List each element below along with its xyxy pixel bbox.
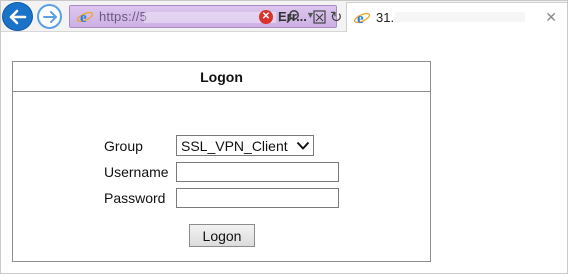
url-text: https://5	[99, 9, 148, 24]
back-arrow-icon	[9, 9, 26, 24]
logon-panel: Logon Group SSL_VPN_Client Username Pass…	[12, 61, 431, 262]
password-field[interactable]	[176, 188, 339, 208]
tab-active[interactable]: e 31. ✕	[346, 2, 567, 32]
error-tab[interactable]: ✕ Err... ↻	[257, 5, 343, 28]
tab-title-redacted	[395, 12, 525, 22]
browser-toolbar: e https://5 , ▼ ✕ Err... ↻ e 31. ✕	[1, 1, 567, 32]
svg-text:e: e	[80, 10, 87, 25]
error-tab-label: Err...	[278, 9, 307, 24]
close-icon[interactable]: ✕	[545, 9, 557, 26]
logon-title: Logon	[200, 68, 243, 85]
back-button[interactable]	[2, 2, 33, 31]
compatibility-view-icon[interactable]	[313, 9, 326, 24]
ie-logo-icon: e	[76, 10, 94, 25]
svg-text:e: e	[357, 11, 364, 26]
username-field[interactable]	[176, 162, 339, 182]
ie-logo-icon: e	[353, 11, 371, 26]
tab-title: 31.	[376, 10, 395, 25]
username-label: Username	[104, 164, 169, 180]
chevron-down-icon	[296, 141, 310, 150]
refresh-icon[interactable]: ↻	[330, 8, 343, 26]
logon-header: Logon	[13, 62, 430, 92]
browser-window: e https://5 , ▼ ✕ Err... ↻ e 31. ✕ Logon…	[0, 0, 568, 274]
logon-button[interactable]: Logon	[189, 224, 255, 247]
group-label: Group	[104, 138, 143, 154]
group-select-value: SSL_VPN_Client	[181, 138, 288, 154]
group-select[interactable]: SSL_VPN_Client	[176, 135, 314, 156]
forward-arrow-icon	[42, 10, 57, 23]
error-icon: ✕	[259, 9, 273, 24]
password-label: Password	[104, 190, 166, 206]
forward-button[interactable]	[37, 4, 62, 29]
